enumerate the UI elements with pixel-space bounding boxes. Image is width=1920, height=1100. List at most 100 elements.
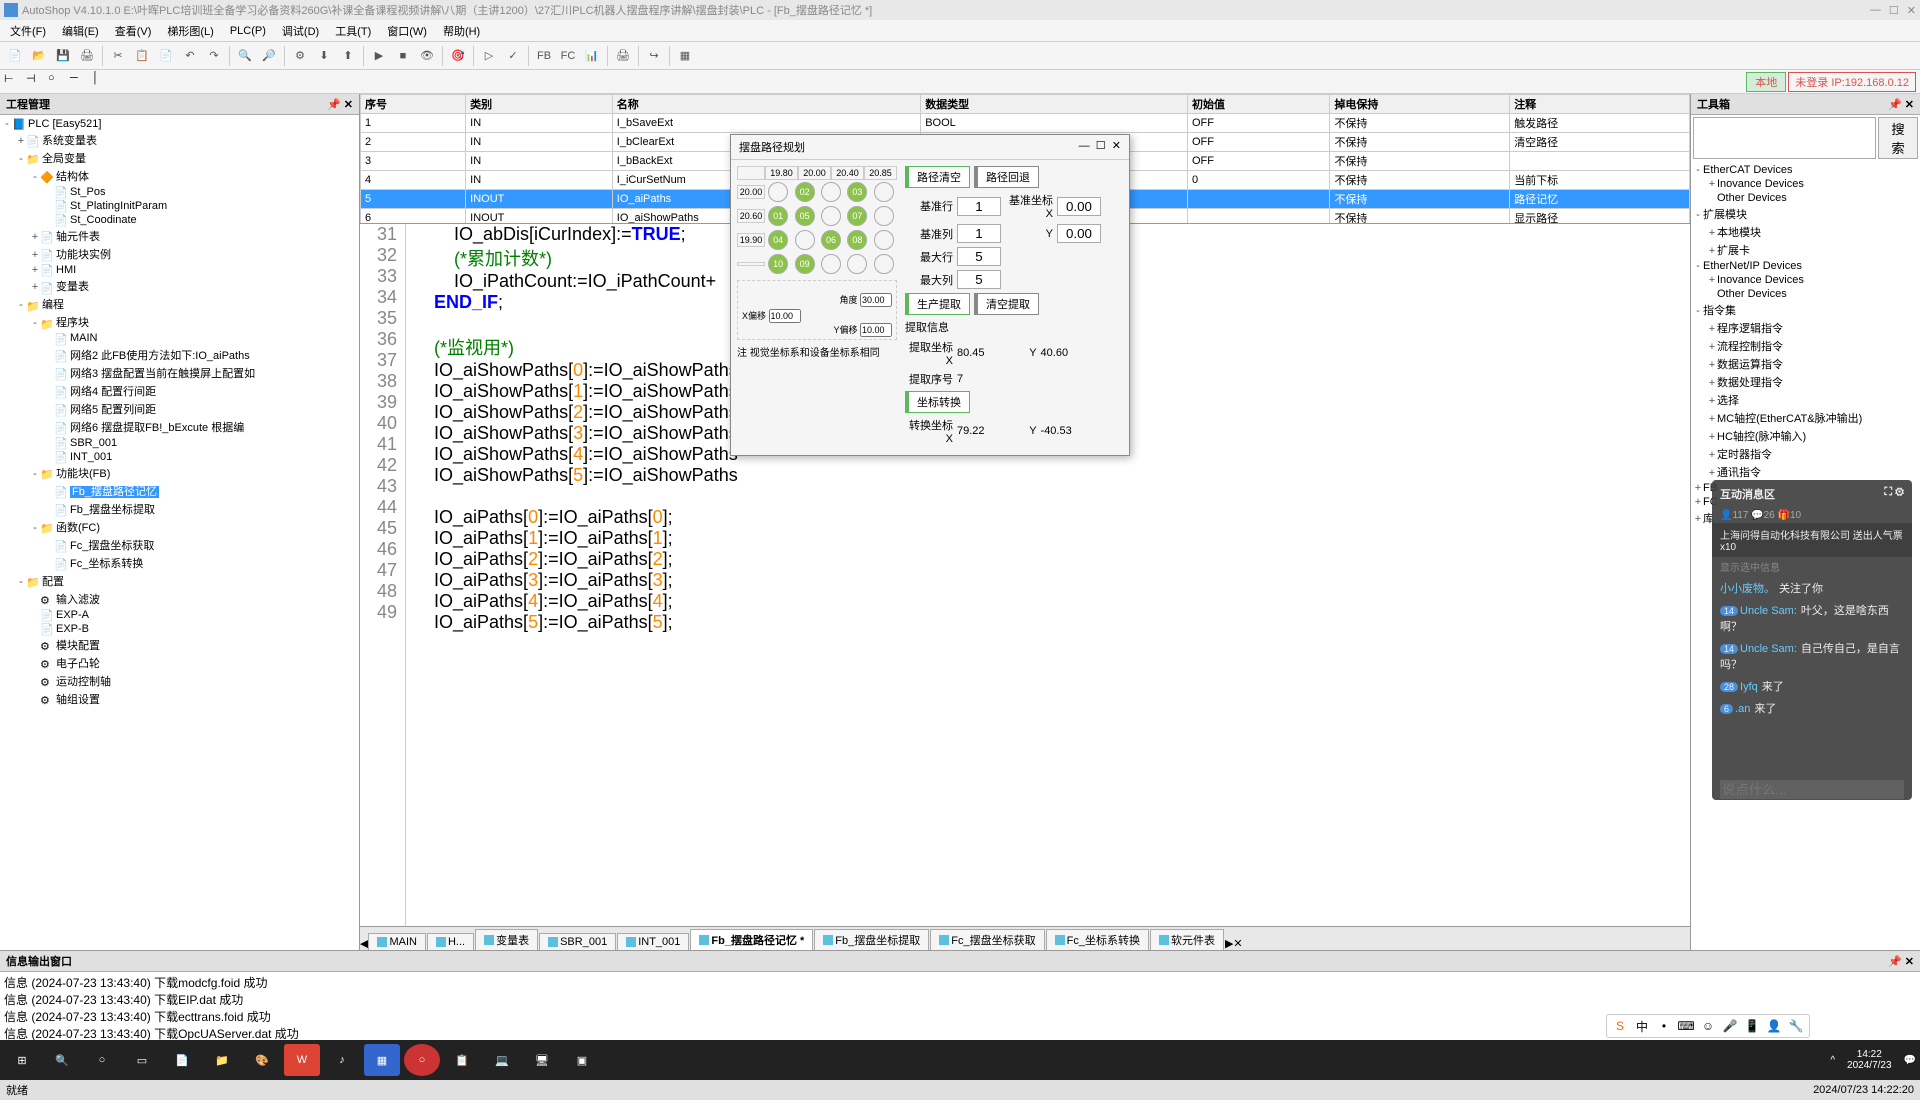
tree-node[interactable]: 📄MAIN (2, 331, 357, 345)
toolbox-node[interactable]: +数据运算指令 (1693, 355, 1918, 373)
folder-icon[interactable]: 📁 (204, 1044, 240, 1076)
column-header[interactable]: 类别 (466, 95, 613, 114)
grid-cell[interactable]: 07 (847, 206, 867, 226)
maximize-icon[interactable]: ☐ (1889, 4, 1899, 17)
menu-item[interactable]: 梯形图(L) (161, 21, 219, 41)
pin-icon[interactable]: 📌 (327, 99, 341, 111)
editor-tab[interactable]: Fb_摆盘坐标提取 (814, 929, 929, 950)
grid-cell[interactable]: 10 (768, 254, 788, 274)
compile-icon[interactable]: ⚙ (289, 45, 311, 67)
fc-icon[interactable]: FC (557, 45, 579, 67)
grid-cell[interactable] (821, 206, 841, 226)
base-x-input[interactable] (1057, 197, 1101, 216)
menu-item[interactable]: 帮助(H) (437, 21, 486, 41)
tree-node[interactable]: -🔶结构体 (2, 167, 357, 185)
toolbox-node[interactable]: +Inovance Devices (1693, 177, 1918, 191)
toolbox-node[interactable]: Other Devices (1693, 191, 1918, 205)
menu-item[interactable]: 编辑(E) (56, 21, 105, 41)
grid-cell[interactable] (795, 230, 815, 250)
paint-icon[interactable]: 🎨 (244, 1044, 280, 1076)
run-icon[interactable]: ▶ (368, 45, 390, 67)
tree-node[interactable]: 📄INT_001 (2, 450, 357, 464)
grid-cell[interactable] (874, 206, 894, 226)
menu-item[interactable]: PLC(P) (224, 23, 272, 39)
tree-node[interactable]: 📄网络3 摆盘配置当前在触摸屏上配置如 (2, 364, 357, 382)
toolbox-node[interactable]: -扩展模块 (1693, 205, 1918, 223)
menu-item[interactable]: 文件(F) (4, 21, 52, 41)
x-offset-input[interactable] (769, 309, 801, 323)
toolbox-node[interactable]: -EtherCAT Devices (1693, 163, 1918, 177)
panel-close-icon[interactable]: ✕ (1905, 956, 1914, 968)
grid-cell[interactable] (821, 254, 841, 274)
close-icon[interactable]: ✕ (1907, 4, 1916, 17)
notification-icon[interactable]: 💬 (1904, 1055, 1916, 1066)
copy-icon[interactable]: 📋 (131, 45, 153, 67)
target-icon[interactable]: 🎯 (447, 45, 469, 67)
column-header[interactable]: 序号 (361, 95, 466, 114)
tree-node[interactable]: 📄网络6 摆盘提取FB!_bExcute 根据编 (2, 418, 357, 436)
redo-icon[interactable]: ↷ (203, 45, 225, 67)
grid-cell[interactable]: 01 (768, 206, 788, 226)
tree-node[interactable]: +📄HMI (2, 263, 357, 277)
wps-icon[interactable]: W (284, 1044, 320, 1076)
column-header[interactable]: 掉电保持 (1330, 95, 1510, 114)
upload-icon[interactable]: ⬆ (337, 45, 359, 67)
chat-settings-icon[interactable]: ⚙ (1895, 486, 1904, 498)
tree-node[interactable]: 📄SBR_001 (2, 436, 357, 450)
tree-node[interactable]: 📄网络4 配置行间距 (2, 382, 357, 400)
tree-node[interactable]: 📄Fb_摆盘坐标提取 (2, 500, 357, 518)
print-icon[interactable]: 🖨 (76, 45, 98, 67)
dialog-maximize-icon[interactable]: ☐ (1096, 140, 1106, 152)
tree-node[interactable]: 📄St_Coodinate (2, 213, 357, 227)
app5-icon[interactable]: 🖥 (524, 1044, 560, 1076)
stop-icon[interactable]: ■ (392, 45, 414, 67)
check-icon[interactable]: ✓ (502, 45, 524, 67)
taskbar-clock[interactable]: 14:22 2024/7/23 (1841, 1049, 1898, 1071)
tree-node[interactable]: +📄变量表 (2, 277, 357, 295)
toolbox-node[interactable]: +MC轴控(EtherCAT&脉冲输出) (1693, 409, 1918, 427)
tab-close-icon[interactable]: ✕ (1233, 937, 1242, 950)
toolbox-node[interactable]: +流程控制指令 (1693, 337, 1918, 355)
var-icon[interactable]: 📊 (581, 45, 603, 67)
monitor-icon[interactable]: 👁 (416, 45, 438, 67)
editor-tab[interactable]: 变量表 (475, 929, 538, 950)
column-header[interactable]: 数据类型 (921, 95, 1188, 114)
dialog-minimize-icon[interactable]: — (1079, 140, 1090, 152)
clear-extract-button[interactable]: 清空提取 (974, 293, 1039, 315)
ld-icon-2[interactable]: ⊣ (26, 72, 46, 92)
toolbox-node[interactable]: +Inovance Devices (1693, 273, 1918, 287)
tree-node[interactable]: ⚙电子凸轮 (2, 654, 357, 672)
editor-tab[interactable]: INT_001 (617, 933, 689, 950)
app3-icon[interactable]: 📋 (444, 1044, 480, 1076)
table-row[interactable]: 1INI_bSaveExtBOOLOFF不保持触发路径 (361, 114, 1690, 133)
ime-kb-icon[interactable]: ⌨ (1677, 1017, 1695, 1035)
undo-icon[interactable]: ↶ (179, 45, 201, 67)
tree-node[interactable]: +📄功能块实例 (2, 245, 357, 263)
tree-node[interactable]: 📄St_Pos (2, 185, 357, 199)
tree-node[interactable]: 📄网络5 配置列间距 (2, 400, 357, 418)
play-icon[interactable]: ▷ (478, 45, 500, 67)
editor-tab[interactable]: Fb_摆盘路径记忆 * (690, 929, 813, 950)
tree-node[interactable]: -📁全局变量 (2, 149, 357, 167)
ime-emoji-icon[interactable]: ☺ (1699, 1017, 1717, 1035)
dialog-close-icon[interactable]: ✕ (1112, 140, 1121, 152)
fb-icon[interactable]: FB (533, 45, 555, 67)
download-icon[interactable]: ⬇ (313, 45, 335, 67)
grid-cell[interactable] (847, 254, 867, 274)
ld-icon-1[interactable]: ⊢ (4, 72, 24, 92)
tree-node[interactable]: 📄EXP-B (2, 622, 357, 636)
ime-icon[interactable]: S (1611, 1017, 1629, 1035)
ld-icon-5[interactable]: │ (92, 72, 112, 92)
tree-node[interactable]: -📁程序块 (2, 313, 357, 331)
grid-cell[interactable]: 04 (768, 230, 788, 250)
tree-node[interactable]: -📁编程 (2, 295, 357, 313)
menu-item[interactable]: 查看(V) (109, 21, 158, 41)
toolbox-node[interactable]: Other Devices (1693, 287, 1918, 301)
print2-icon[interactable]: 🖨 (612, 45, 634, 67)
tree-node[interactable]: 📄St_PlatingInitParam (2, 199, 357, 213)
panel-close-icon[interactable]: ✕ (1905, 99, 1914, 111)
toolbox-node[interactable]: +本地模块 (1693, 223, 1918, 241)
open-icon[interactable]: 📂 (28, 45, 50, 67)
clear-path-button[interactable]: 路径清空 (905, 166, 970, 188)
zoom-in-icon[interactable]: 🔎 (258, 45, 280, 67)
